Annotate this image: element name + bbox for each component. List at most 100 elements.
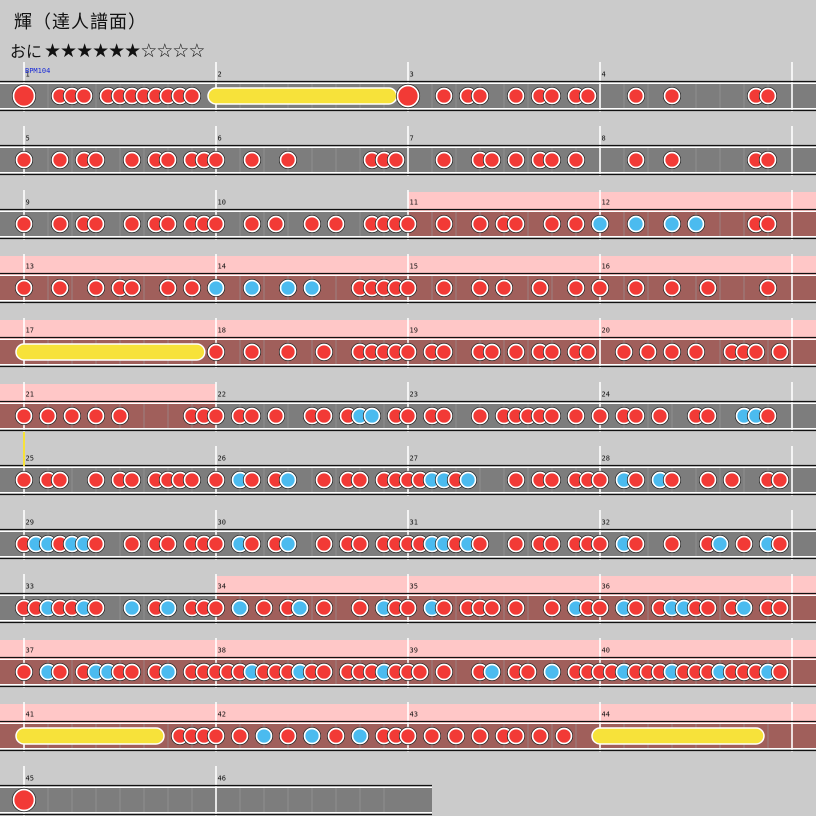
note-face [207, 535, 225, 553]
don-note [122, 214, 142, 234]
don-note [422, 726, 442, 746]
don-note [350, 598, 370, 618]
note-face [471, 535, 489, 553]
note-face [315, 471, 333, 489]
don-note [182, 470, 202, 490]
don-note [626, 86, 646, 106]
don-note [314, 342, 334, 362]
note-face [699, 599, 717, 617]
don-note [266, 214, 286, 234]
don-note [578, 342, 598, 362]
don-note [398, 214, 418, 234]
note-face [543, 87, 561, 105]
measure-number: 12 [602, 199, 610, 207]
don-note [542, 598, 562, 618]
ticks-layer [0, 62, 816, 816]
ka-note [350, 726, 370, 746]
gogo-band [600, 256, 816, 275]
don-note [158, 534, 178, 554]
note-face [159, 599, 177, 617]
don-note [530, 278, 550, 298]
note-face [111, 407, 129, 425]
note-face [663, 535, 681, 553]
don-note [398, 406, 418, 426]
don-note [470, 278, 490, 298]
note-face [699, 471, 717, 489]
note-face [243, 215, 261, 233]
don-note [242, 470, 262, 490]
don-note [470, 534, 490, 554]
don-note [314, 598, 334, 618]
note-face [87, 535, 105, 553]
don-note [314, 406, 334, 426]
measure-number: 10 [218, 199, 226, 207]
don-note [614, 342, 634, 362]
note-face [303, 215, 321, 233]
note-face [495, 279, 513, 297]
don-note [314, 534, 334, 554]
note-face [123, 599, 141, 617]
note-face [627, 151, 645, 169]
note-face [315, 663, 333, 681]
don-note [542, 86, 562, 106]
measure-number: 16 [602, 263, 610, 271]
note-face [567, 407, 585, 425]
don-note [242, 150, 262, 170]
don-note [626, 406, 646, 426]
note-face [471, 215, 489, 233]
don-note [242, 406, 262, 426]
don-note [566, 150, 586, 170]
note-face [663, 151, 681, 169]
note-face [207, 343, 225, 361]
don-note [434, 278, 454, 298]
don-note [326, 726, 346, 746]
note-face [759, 215, 777, 233]
measure-number: 5 [26, 135, 30, 143]
note-face [687, 343, 705, 361]
measure-number: 34 [218, 583, 226, 591]
gogo-band [216, 320, 408, 339]
don-note [50, 662, 70, 682]
don-note [698, 598, 718, 618]
measure-number: 27 [410, 455, 418, 463]
don-note [350, 534, 370, 554]
note-face [627, 407, 645, 425]
note-face [543, 599, 561, 617]
measure-number: 31 [410, 519, 418, 527]
note-face [12, 84, 36, 108]
measure-number: 26 [218, 455, 226, 463]
note-face [123, 279, 141, 297]
note-face [435, 599, 453, 617]
note-face [567, 215, 585, 233]
don-note [662, 470, 682, 490]
note-face [255, 599, 273, 617]
ka-note [362, 406, 382, 426]
measure-number: 8 [602, 135, 606, 143]
note-face [63, 407, 81, 425]
note-face [771, 471, 789, 489]
note-face [351, 471, 369, 489]
don-note [638, 342, 658, 362]
don-note [206, 406, 226, 426]
measure-number: 39 [410, 647, 418, 655]
note-face [627, 87, 645, 105]
don-note [590, 534, 610, 554]
measure-number: 4 [602, 71, 606, 79]
note-face [435, 279, 453, 297]
note-face [159, 279, 177, 297]
gogo-band [216, 704, 408, 723]
gogo-band [216, 640, 408, 659]
note-face [51, 471, 69, 489]
don-note [50, 150, 70, 170]
note-face [735, 535, 753, 553]
ka-note [290, 598, 310, 618]
note-face [51, 279, 69, 297]
measure-number: 7 [410, 135, 414, 143]
note-face [699, 279, 717, 297]
don-note [542, 406, 562, 426]
note-face [591, 215, 609, 233]
don-note [182, 278, 202, 298]
note-face [39, 407, 57, 425]
note-face [579, 87, 597, 105]
note-face [243, 407, 261, 425]
